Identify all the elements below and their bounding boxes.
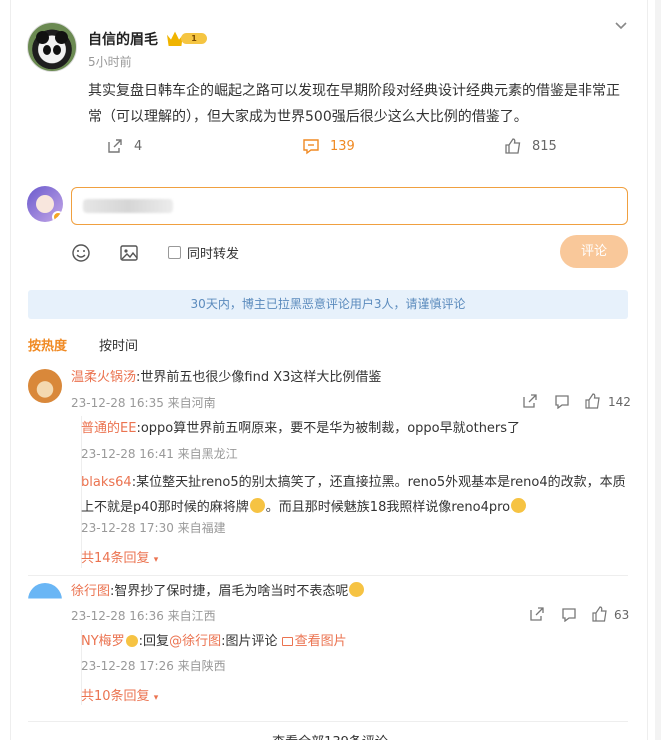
comment-count: 139	[330, 138, 355, 154]
divider	[28, 721, 628, 722]
member-crown-icon[interactable]: 1	[167, 30, 207, 46]
crown-badge-icon	[125, 635, 138, 647]
post-text: 其实复盘日韩车企的崛起之路可以发现在早期阶段对经典设计经典元素的借鉴是非常正常（…	[88, 83, 620, 125]
thumbs-up-icon[interactable]	[592, 606, 608, 622]
reply-text: :图片评论	[221, 634, 278, 649]
reply-body: blaks64:某位整天扯reno5的别太搞笑了，还直接拉黑。reno5外观基本…	[81, 470, 626, 520]
comment-like-count: 63	[614, 608, 630, 622]
picture-icon	[281, 637, 293, 646]
submit-comment-button[interactable]: 评论	[560, 235, 628, 268]
reply-icon[interactable]	[554, 393, 570, 409]
my-avatar[interactable]	[27, 186, 63, 222]
member-level: 1	[181, 33, 207, 44]
reply-icon[interactable]	[561, 606, 577, 622]
comment-body: 温柔火锅汤:世界前五也很少像find X3这样大比例借鉴	[71, 368, 381, 388]
comment-body: 徐行图:智界抄了保时捷，眉毛为啥当时不表态呢	[71, 582, 365, 602]
post-time[interactable]: 5小时前	[88, 53, 132, 70]
comment-meta: 23-12-28 16:35 来自河南	[71, 396, 216, 410]
commenter-avatar[interactable]	[28, 369, 62, 403]
scrollbar[interactable]	[655, 0, 661, 740]
repost-count: 4	[134, 138, 143, 154]
share-icon[interactable]	[529, 606, 545, 622]
post-card: 自信的眉毛 1 5小时前 其实复盘日韩车企的崛起之路可以发现在早期阶段对经典设计…	[10, 0, 648, 740]
thumbs-up-icon[interactable]	[585, 393, 601, 409]
comment-text: :智界抄了保时捷，眉毛为啥当时不表态呢	[110, 584, 349, 599]
emoji-icon[interactable]	[71, 243, 91, 263]
like-count: 815	[532, 138, 557, 154]
sort-by-hot-tab[interactable]: 按热度	[28, 335, 67, 354]
emoji-icon	[349, 582, 365, 597]
reply-text: :回复	[138, 634, 170, 649]
comment-text: :世界前五也很少像find X3这样大比例借鉴	[136, 370, 382, 385]
reply-meta: 23-12-28 17:30 来自福建	[81, 521, 226, 535]
more-replies-link[interactable]: 共14条回复 ▾	[81, 547, 158, 566]
reply-text: 。而且那时候魅族18我照样说像reno4pro	[265, 500, 511, 515]
comment-button[interactable]: 139	[302, 136, 355, 156]
view-all-comments-link[interactable]: 查看全部139条评论	[11, 731, 649, 740]
more-replies-label: 共14条回复	[81, 551, 150, 566]
chevron-down-icon[interactable]	[614, 19, 628, 33]
reply-text: 上不就是p40那时候的麻将牌	[81, 500, 249, 515]
mention-link[interactable]: @徐行图	[169, 634, 221, 649]
author-avatar[interactable]	[27, 22, 77, 72]
reply-body: 普通的EE:oppo算世界前五啊原来，要不是华为被制裁，oppo早就others…	[81, 419, 520, 439]
checkbox-box[interactable]	[168, 246, 181, 259]
image-icon[interactable]	[119, 243, 139, 263]
reply-meta: 23-12-28 16:41 来自黑龙江	[81, 447, 238, 461]
replier-name[interactable]: NY梅罗	[81, 634, 125, 649]
share-icon[interactable]	[522, 393, 538, 409]
commenter-name[interactable]: 温柔火锅汤	[71, 370, 136, 385]
reply-text: :oppo算世界前五啊原来，要不是华为被制裁，oppo早就others了	[136, 421, 521, 436]
thumbs-up-icon	[505, 138, 521, 154]
reply-body: NY梅罗 :回复@徐行图:图片评论 查看图片	[81, 632, 347, 652]
like-button[interactable]: 815	[504, 136, 557, 156]
divider	[28, 575, 628, 576]
blurred-placeholder	[83, 199, 173, 213]
repost-button[interactable]: 4	[106, 136, 142, 156]
comment-icon	[303, 139, 319, 155]
reply-meta: 23-12-28 17:26 来自陕西	[81, 659, 226, 673]
repost-label: 同时转发	[187, 247, 240, 262]
replier-name[interactable]: 普通的EE	[81, 421, 136, 436]
comment-meta: 23-12-28 16:36 来自江西	[71, 609, 216, 623]
repost-checkbox[interactable]: 同时转发	[168, 243, 239, 262]
commenter-avatar[interactable]	[28, 583, 62, 617]
replier-name[interactable]: blaks64	[81, 475, 132, 490]
author-name[interactable]: 自信的眉毛	[88, 29, 158, 49]
reply-text: :某位整天扯reno5的别太搞笑了，还直接拉黑。reno5外观基本是reno4的…	[131, 475, 626, 490]
commenter-name[interactable]: 徐行图	[71, 584, 110, 599]
view-image-label: 查看图片	[294, 634, 347, 649]
repost-icon	[108, 139, 122, 153]
sort-by-time-tab[interactable]: 按时间	[99, 335, 138, 354]
comment-like-count: 142	[608, 395, 631, 409]
more-replies-label: 共10条回复	[81, 689, 150, 704]
view-image-link[interactable]: 查看图片	[281, 634, 347, 649]
emoji-icon	[511, 498, 527, 513]
emoji-icon	[249, 498, 265, 513]
comment-notice: 30天内，博主已拉黑恶意评论用户3人，请谨慎评论	[28, 290, 628, 319]
more-replies-link[interactable]: 共10条回复 ▾	[81, 685, 158, 704]
